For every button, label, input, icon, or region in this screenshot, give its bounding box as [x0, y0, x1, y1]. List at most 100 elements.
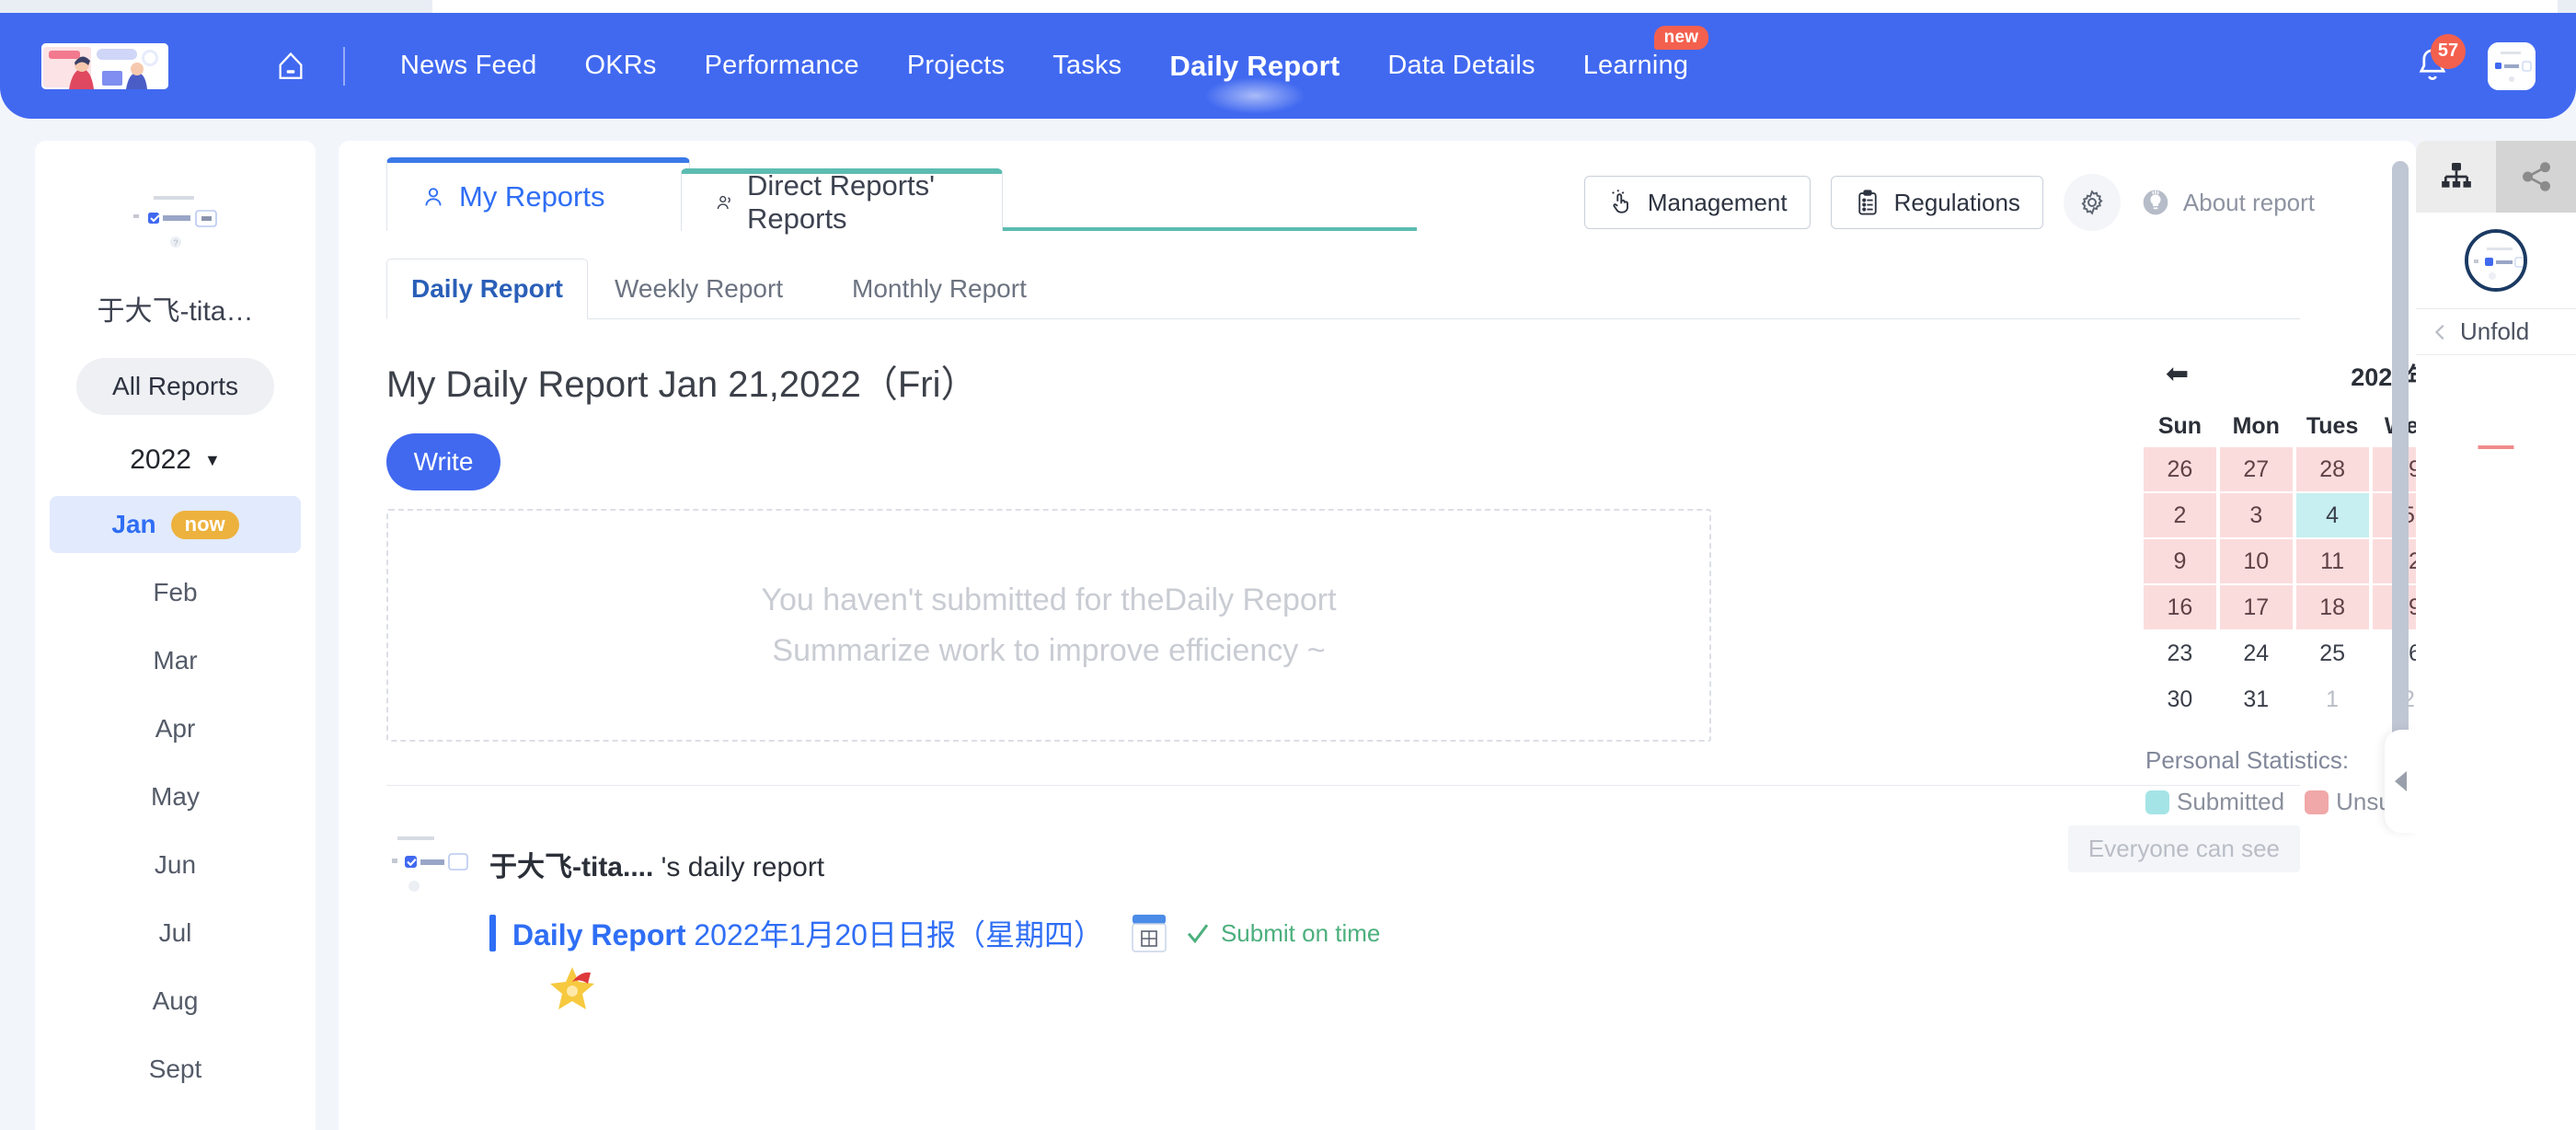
check-icon [1187, 924, 1209, 944]
status-badge: Submit on time [1184, 919, 1380, 948]
calendar-day[interactable]: 30 [2144, 677, 2216, 721]
calendar-day[interactable]: 26 [2144, 447, 2216, 491]
main-scrollbar[interactable] [2392, 161, 2409, 1109]
left-sidebar: ? 于大飞-tita… All Reports 2022 ▼ Jan now F… [35, 141, 316, 1130]
management-label: Management [1647, 188, 1788, 216]
calendar-day[interactable]: 4 [2295, 493, 2369, 537]
notifications-button[interactable]: 57 [2412, 33, 2466, 87]
all-reports-button[interactable]: All Reports [76, 358, 274, 415]
nav-item-daily-report[interactable]: Daily Report [1145, 49, 1363, 83]
tab-weekly-report[interactable]: Weekly Report [591, 259, 807, 319]
calendar-day[interactable]: 25 [2296, 631, 2369, 675]
calendar-day[interactable]: 28 [2295, 447, 2369, 491]
org-chart-icon [2441, 163, 2471, 188]
triangle-left-icon [2394, 771, 2407, 791]
report-period-tabs: Daily Report Weekly Report Monthly Repor… [386, 259, 2300, 319]
calendar-day[interactable]: 31 [2220, 677, 2293, 721]
calendar-day[interactable]: 24 [2220, 631, 2293, 675]
report-entry-header: 于大飞-tita.... 's daily report Everyone ca… [386, 822, 2300, 906]
calendar-day[interactable]: 1 [2296, 677, 2369, 721]
sidebar-item-may[interactable]: May [50, 768, 301, 825]
star-decoration-icon [550, 967, 594, 1009]
header-actions: Management Regulations About report [1583, 174, 2315, 231]
calendar-legend: Submitted Unsubmitted Supplementary [2142, 788, 2416, 816]
sidebar-item-aug[interactable]: Aug [50, 973, 301, 1030]
tab-monthly-report[interactable]: Monthly Report [828, 259, 1051, 319]
sidebar-item-jan[interactable]: Jan now [50, 496, 301, 553]
nav-item-learning[interactable]: Learning new [1559, 26, 1712, 82]
calendar-day[interactable]: 18 [2295, 585, 2369, 629]
sidebar-item-apr[interactable]: Apr [50, 700, 301, 757]
sidebar-item-jun[interactable]: Jun [50, 836, 301, 894]
top-strip-left [0, 0, 432, 13]
calendar-day[interactable]: 11 [2295, 539, 2369, 583]
nav-item-projects[interactable]: Projects [883, 50, 1029, 82]
tabs-baseline [1003, 227, 1417, 231]
clipboard-list-icon [1857, 190, 1877, 215]
month-label: May [151, 782, 200, 811]
about-report-link[interactable]: About report [2141, 188, 2315, 217]
nav-right-area: 57 [2412, 33, 2536, 90]
tab-direct-reports[interactable]: Direct Reports' Reports [681, 168, 1003, 235]
nav-menu: News Feed OKRs Performance Projects Task… [376, 26, 1712, 83]
management-button[interactable]: Management [1583, 176, 1811, 229]
sidebar-avatar-thumbnail: ? [121, 189, 229, 268]
sidebar-avatar[interactable]: ? [121, 189, 229, 268]
calendar-dow: Sun [2157, 412, 2202, 439]
nav-item-data-details[interactable]: Data Details [1363, 50, 1558, 82]
settings-button[interactable] [2063, 174, 2121, 231]
rail-tab-org[interactable] [2416, 141, 2496, 213]
rail-avatar[interactable] [2465, 229, 2527, 292]
arrow-left-icon[interactable]: ➡ [2166, 359, 2189, 389]
avatar-thumbnail [2488, 41, 2536, 90]
document-icon-glyph [1132, 915, 1167, 952]
report-entry-title[interactable]: Daily Report 2022年1月20日日报（星期四） [512, 912, 1103, 954]
nav-item-okrs[interactable]: OKRs [560, 50, 680, 82]
month-label: Feb [153, 578, 198, 606]
sidebar-item-feb[interactable]: Feb [50, 564, 301, 621]
write-button[interactable]: Write [386, 433, 500, 490]
nav-item-tasks[interactable]: Tasks [1029, 50, 1145, 82]
collapse-panel-handle[interactable] [2385, 730, 2416, 833]
calendar-day[interactable]: 9 [2144, 539, 2216, 583]
report-author-avatar[interactable] [386, 822, 471, 906]
people-icon [717, 195, 730, 210]
month-list: Jan now Feb Mar Apr May Jun Jul Aug Sept [35, 496, 316, 1098]
tab-daily-report[interactable]: Daily Report [386, 259, 588, 319]
nav-item-news-feed[interactable]: News Feed [376, 50, 560, 82]
top-strip-right [2558, 0, 2576, 13]
home-icon[interactable] [270, 45, 312, 87]
document-icon[interactable] [1131, 913, 1167, 953]
unfold-button[interactable]: Unfold [2416, 309, 2576, 355]
regulations-button[interactable]: Regulations [1830, 176, 2043, 229]
year-selector[interactable]: 2022 ▼ [35, 444, 316, 476]
month-label: Sept [148, 1055, 202, 1083]
chevron-down-icon: ▼ [203, 451, 221, 469]
calendar-day[interactable]: 23 [2144, 631, 2216, 675]
month-label: Mar [153, 646, 198, 675]
logo-artwork [41, 42, 168, 89]
calendar-day[interactable]: 10 [2219, 539, 2293, 583]
status-badge-label: Submit on time [1220, 918, 1381, 947]
sidebar-item-sept[interactable]: Sept [50, 1041, 301, 1098]
calendar-day[interactable]: 3 [2219, 493, 2293, 537]
visibility-badge: Everyone can see [2067, 825, 2300, 872]
calendar-day[interactable]: 27 [2219, 447, 2293, 491]
sidebar-item-mar[interactable]: Mar [50, 632, 301, 689]
unfold-label: Unfold [2460, 317, 2530, 345]
avatar[interactable] [2488, 41, 2536, 90]
sidebar-user-name: 于大飞-tita… [97, 296, 254, 327]
nav-item-performance[interactable]: Performance [681, 50, 883, 82]
main-scrollbar-thumb[interactable] [2392, 161, 2409, 824]
calendar-day[interactable]: 2 [2144, 493, 2216, 537]
report-entry-title-row: Daily Report 2022年1月20日日报（星期四） Submit on… [489, 912, 2300, 1009]
tab-my-reports[interactable]: My Reports [386, 157, 690, 231]
calendar-day[interactable]: 16 [2144, 585, 2216, 629]
calendar-day[interactable]: 17 [2219, 585, 2293, 629]
sidebar-item-jul[interactable]: Jul [50, 905, 301, 962]
company-logo[interactable] [41, 42, 168, 89]
rail-tab-share[interactable] [2496, 141, 2576, 213]
nav-divider [343, 46, 345, 86]
report-entry: 于大飞-tita.... 's daily report Everyone ca… [386, 822, 2300, 1009]
notification-count-badge: 57 [2431, 33, 2466, 69]
